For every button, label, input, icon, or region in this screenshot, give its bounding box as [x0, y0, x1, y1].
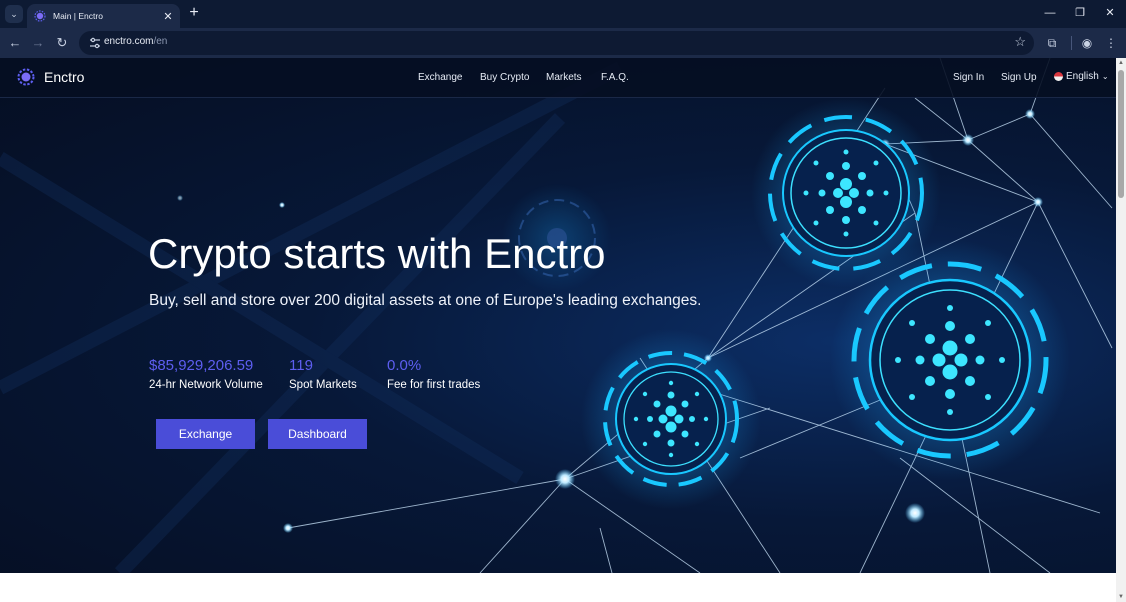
sign-in-link[interactable]: Sign In	[953, 72, 984, 83]
url-path: /en	[153, 36, 168, 47]
language-selector[interactable]: English ⌄	[1054, 71, 1109, 82]
toolbar-divider	[1071, 36, 1072, 50]
chevron-down-icon: ⌄	[1101, 72, 1109, 81]
scroll-up-arrow-icon[interactable]: ▲	[1118, 60, 1124, 66]
stat-markets-label: Spot Markets	[289, 379, 357, 391]
stat-volume-value: $85,929,206.59	[149, 357, 254, 374]
new-tab-button[interactable]: +	[186, 4, 202, 22]
stat-volume-label: 24-hr Network Volume	[149, 379, 263, 391]
tab-title: Main | Enctro	[53, 11, 103, 21]
sign-up-link[interactable]: Sign Up	[1001, 72, 1037, 83]
exchange-button[interactable]: Exchange	[156, 419, 255, 449]
browser-tab-strip: ⌄ Main | Enctro ✕ + — ❐ ✕	[0, 0, 1126, 28]
scrollbar-thumb[interactable]	[1118, 70, 1124, 198]
site-info-icon[interactable]	[87, 35, 103, 51]
brand-name[interactable]: Enctro	[44, 69, 84, 85]
nav-faq[interactable]: F.A.Q.	[601, 72, 629, 83]
scroll-down-arrow-icon[interactable]: ▼	[1118, 594, 1124, 600]
site-header: Enctro Exchange Buy Crypto Markets F.A.Q…	[0, 58, 1116, 98]
restore-icon[interactable]: ❐	[1069, 4, 1091, 22]
url-text: enctro.com/en	[104, 36, 167, 47]
hero-subheadline: Buy, sell and store over 200 digital ass…	[149, 292, 702, 309]
crypto-network-illustration	[0, 58, 1113, 573]
stat-fee-label: Fee for first trades	[387, 379, 481, 391]
us-flag-icon	[1054, 72, 1063, 81]
stat-markets-value: 119	[289, 357, 313, 374]
nav-buy-crypto[interactable]: Buy Crypto	[480, 72, 529, 83]
address-bar[interactable]: enctro.com/en ☆	[79, 31, 1034, 55]
tab-search-button[interactable]: ⌄	[5, 5, 23, 23]
enctro-logo-icon[interactable]	[17, 68, 35, 86]
nav-markets[interactable]: Markets	[546, 72, 582, 83]
url-host: enctro.com	[104, 36, 154, 47]
enctro-favicon-icon	[34, 10, 46, 22]
bookmark-star-icon[interactable]: ☆	[1014, 34, 1026, 50]
extensions-icon[interactable]: ⧉	[1043, 34, 1061, 52]
hero-section: Enctro Exchange Buy Crypto Markets F.A.Q…	[0, 58, 1116, 573]
tab-close-icon[interactable]: ✕	[160, 10, 176, 23]
close-window-icon[interactable]: ✕	[1099, 4, 1121, 22]
back-icon[interactable]: ←	[6, 34, 24, 52]
forward-icon[interactable]: →	[29, 34, 47, 52]
minimize-icon[interactable]: —	[1039, 4, 1061, 22]
stat-fee-value: 0.0%	[387, 357, 422, 374]
browser-menu-icon[interactable]: ⋮	[1102, 34, 1120, 52]
nav-exchange[interactable]: Exchange	[418, 72, 462, 83]
reload-icon[interactable]: ↻	[53, 34, 71, 52]
profile-icon[interactable]: ◉	[1078, 34, 1096, 52]
page-scrollbar[interactable]: ▲ ▼	[1116, 58, 1126, 602]
language-label: English	[1066, 71, 1099, 82]
web-page: Enctro Exchange Buy Crypto Markets F.A.Q…	[0, 58, 1116, 602]
hero-headline: Crypto starts with Enctro	[148, 230, 606, 277]
dashboard-button[interactable]: Dashboard	[268, 419, 367, 449]
browser-toolbar: ← → ↻ enctro.com/en ☆ ⧉ ◉ ⋮	[0, 28, 1126, 58]
browser-tab[interactable]: Main | Enctro ✕	[27, 4, 180, 28]
